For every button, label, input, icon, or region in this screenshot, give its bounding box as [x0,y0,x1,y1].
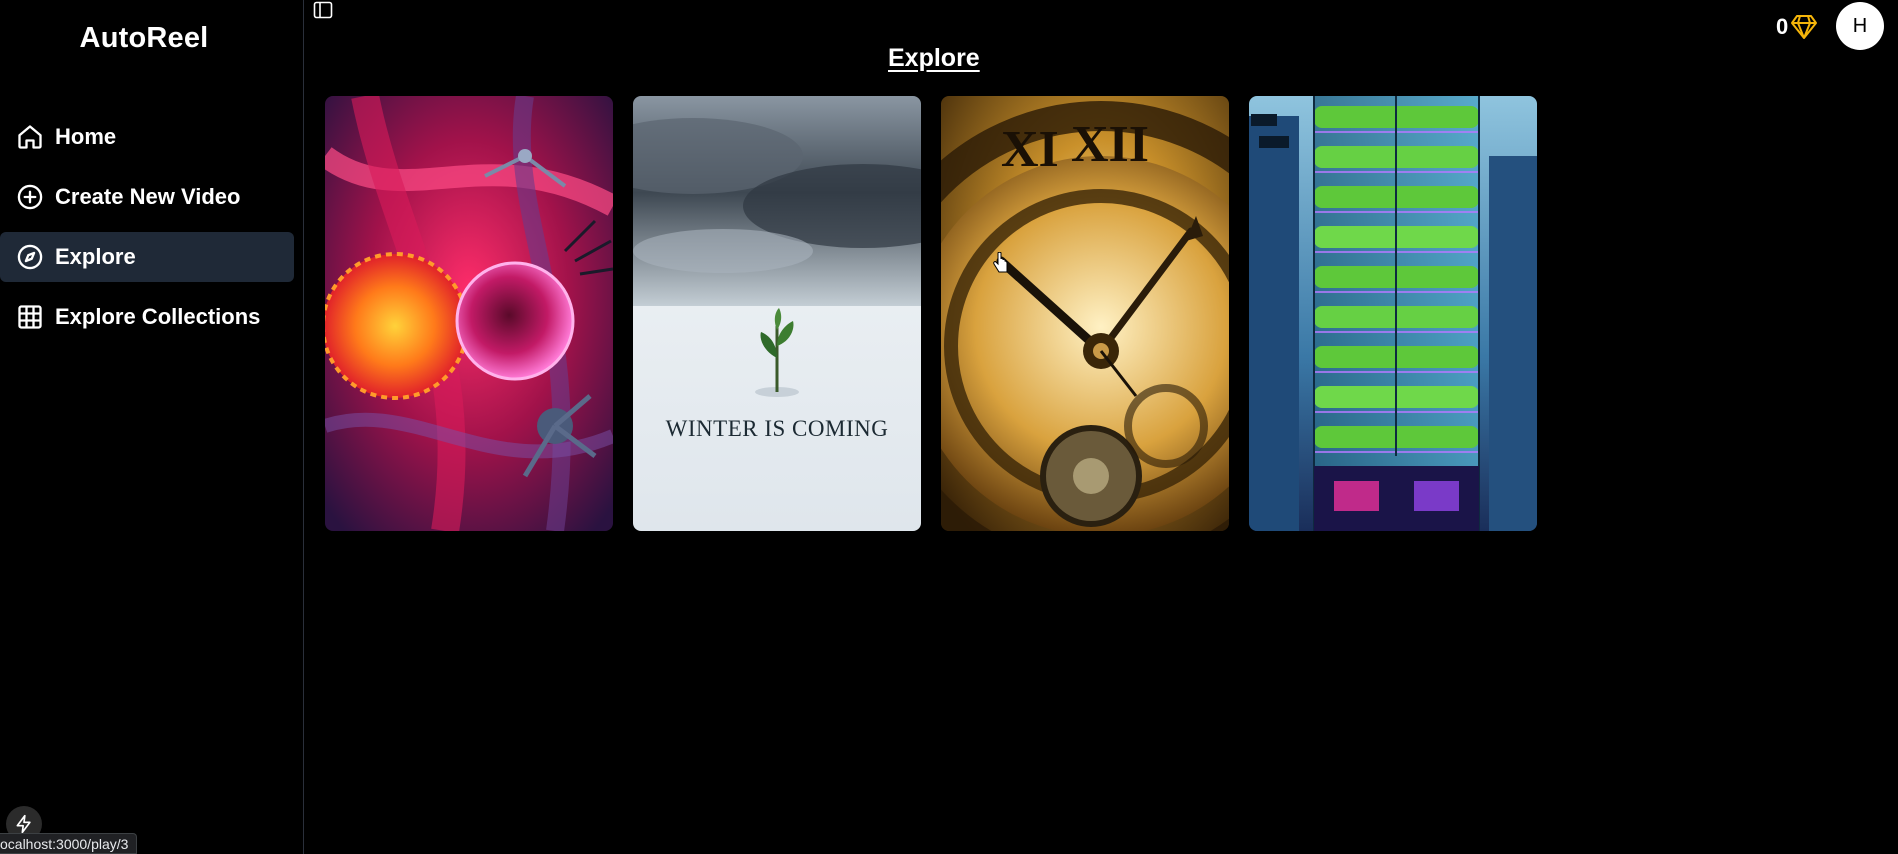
sidebar-item-home[interactable]: Home [0,112,294,162]
winter-sprout-thumbnail: WINTER IS COMING [633,96,921,531]
compass-icon [17,244,43,270]
browser-status-url: ocalhost:3000/play/3 [0,833,138,854]
sidebar-toggle-button[interactable] [313,1,333,19]
sidebar: AutoReel Home Create New Video Explore E… [0,0,304,854]
video-card[interactable]: XI XII [941,96,1229,531]
sidebar-nav: Home Create New Video Explore Explore Co… [0,112,294,352]
video-card[interactable] [1249,96,1537,531]
sidebar-item-create-new-video[interactable]: Create New Video [0,172,294,222]
lightning-icon [16,814,31,834]
brand-logo[interactable]: AutoReel [0,22,288,55]
sidebar-item-label: Explore Collections [55,304,261,329]
sidebar-item-label: Explore [55,244,136,269]
vertical-farm-tower-thumbnail [1249,96,1537,531]
page-title: Explore [888,44,980,72]
home-icon [18,125,42,149]
panel-left-icon [313,1,333,19]
mouse-cursor-icon [993,252,1008,273]
cells-molecules-thumbnail [325,96,613,531]
sidebar-item-explore-collections[interactable]: Explore Collections [0,292,294,342]
sidebar-item-explore[interactable]: Explore [0,232,294,282]
sidebar-item-label: Home [55,124,117,149]
plus-circle-icon [17,184,43,210]
diamond-icon [1791,15,1818,39]
avatar[interactable]: H [1836,2,1884,50]
grid-icon [18,305,42,329]
credits-display[interactable]: 0 [1776,14,1818,40]
sidebar-item-label: Create New Video [55,184,241,209]
video-card[interactable] [325,96,613,531]
video-card[interactable]: WINTER IS COMING [633,96,921,531]
card-overlay-text: WINTER IS COMING [666,416,889,441]
explore-grid: WINTER IS COMING XI XII [325,96,1537,531]
svg-text:XII: XII [1071,116,1149,173]
golden-clock-thumbnail: XI XII [941,96,1229,531]
svg-text:XI: XI [1001,121,1059,178]
credits-count: 0 [1776,14,1789,39]
